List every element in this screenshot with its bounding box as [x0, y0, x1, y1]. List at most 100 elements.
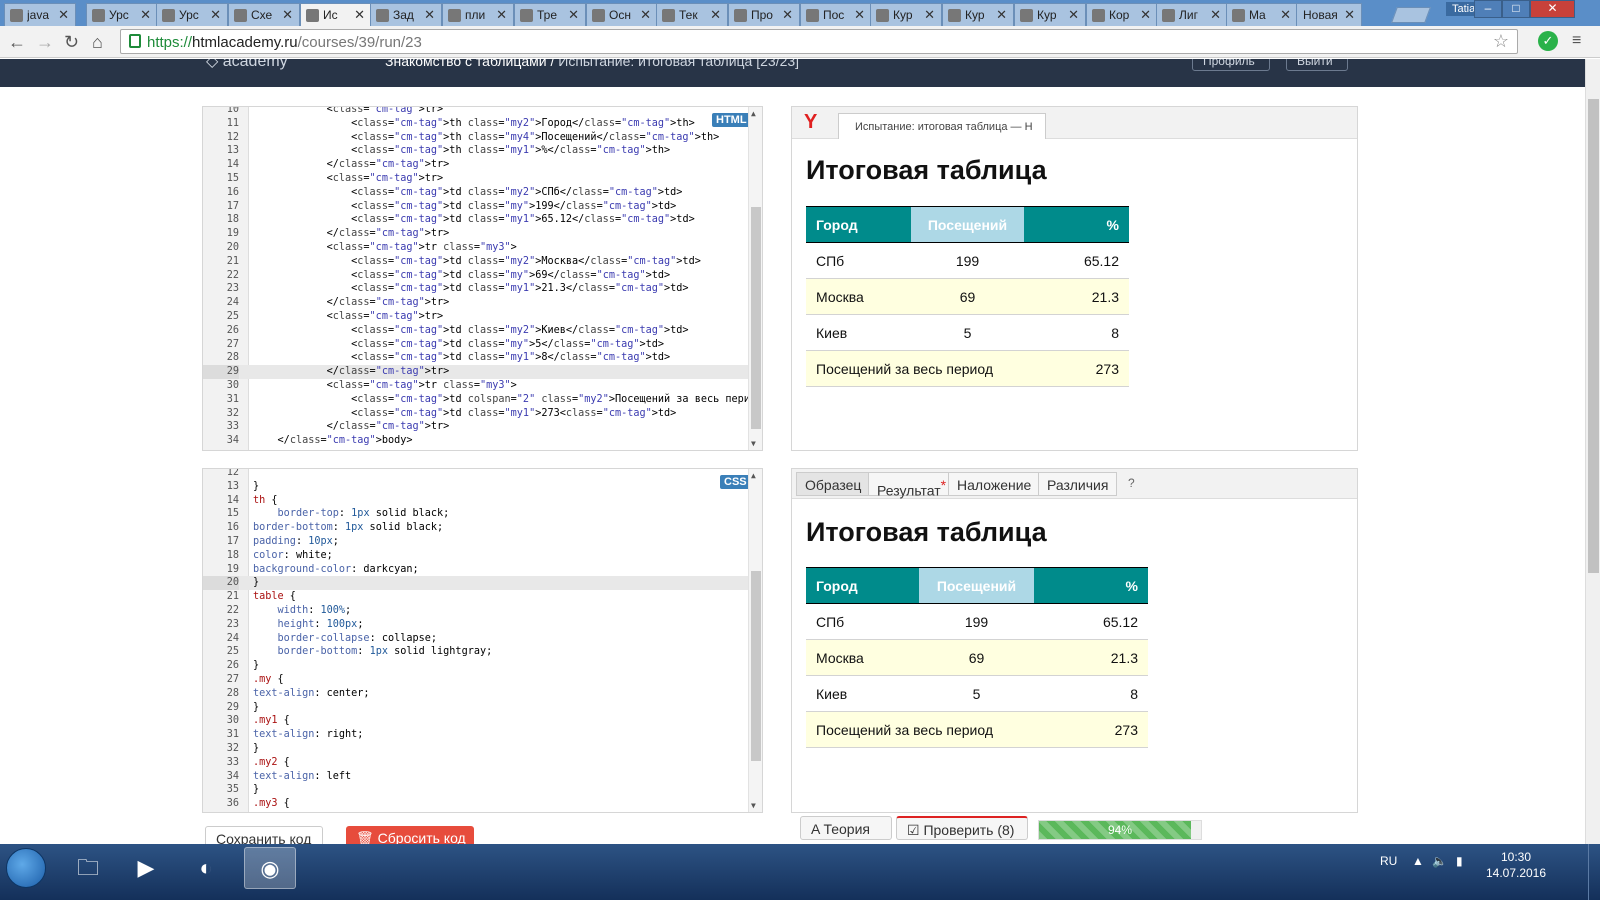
- browser-tab[interactable]: Урс ✕: [86, 3, 158, 26]
- code-line[interactable]: 30 <class="cm-tag">tr class="my3">: [203, 379, 762, 393]
- tab-sample[interactable]: Образец: [796, 472, 871, 496]
- code-line[interactable]: 23 height: 100px;: [203, 618, 762, 632]
- code-line[interactable]: 22 <class="cm-tag">td class="my">69</cla…: [203, 269, 762, 283]
- code-line[interactable]: 14 th {: [203, 494, 762, 508]
- network-icon[interactable]: ▮: [1456, 854, 1463, 868]
- code-line[interactable]: 27 .my {: [203, 673, 762, 687]
- html-editor-scrollbar[interactable]: ▲ ▼: [748, 107, 762, 450]
- site-logo[interactable]: ◇ academy: [206, 59, 288, 71]
- code-line[interactable]: 12: [203, 469, 762, 480]
- tab-result[interactable]: Результат*: [868, 472, 956, 499]
- reload-icon[interactable]: ↻: [64, 32, 79, 53]
- code-line[interactable]: 13 <class="cm-tag">th class="my1">%</cla…: [203, 144, 762, 158]
- browser-tab[interactable]: Тек ✕: [656, 3, 728, 26]
- code-line[interactable]: 33 .my2 {: [203, 756, 762, 770]
- check-button[interactable]: ☑ Проверить (8): [896, 816, 1028, 840]
- volume-icon[interactable]: 🔈: [1432, 854, 1447, 868]
- code-line[interactable]: 17 <class="cm-tag">td class="my">199</cl…: [203, 200, 762, 214]
- close-tab-icon[interactable]: ✕: [640, 7, 651, 23]
- minimize-button[interactable]: –: [1474, 0, 1502, 18]
- code-line[interactable]: 35}: [203, 783, 762, 797]
- browser-tab[interactable]: Новая ✕: [1296, 3, 1362, 26]
- close-tab-icon[interactable]: ✕: [140, 7, 151, 23]
- code-line[interactable]: 24 border-collapse: collapse;: [203, 632, 762, 646]
- code-line[interactable]: 32 <class="cm-tag">td class="my1">273<cl…: [203, 407, 762, 421]
- chrome-icon[interactable]: ◉: [244, 847, 296, 889]
- close-tab-icon[interactable]: ✕: [354, 7, 365, 23]
- code-line[interactable]: 12 <class="cm-tag">th class="my4">Посеще…: [203, 131, 762, 145]
- browser-tab[interactable]: java ✕: [4, 3, 76, 26]
- start-button[interactable]: [6, 848, 46, 888]
- close-tab-icon[interactable]: ✕: [854, 7, 865, 23]
- media-player-icon[interactable]: ▶: [120, 847, 172, 889]
- close-tab-icon[interactable]: ✕: [1140, 7, 1151, 23]
- html-code-editor[interactable]: 10 <class="cm-tag">tr> 11 <class="cm-tag"…: [202, 106, 763, 451]
- close-tab-icon[interactable]: ✕: [782, 7, 793, 23]
- code-line[interactable]: 16 border-bottom: 1px solid black;: [203, 521, 762, 535]
- browser-tab[interactable]: Тре ✕: [514, 3, 586, 26]
- code-line[interactable]: 33 </class="cm-tag">tr>: [203, 420, 762, 434]
- show-desktop-button[interactable]: [1588, 844, 1600, 900]
- close-tab-icon[interactable]: ✕: [710, 7, 721, 23]
- profile-button[interactable]: Профиль: [1192, 59, 1270, 71]
- system-clock[interactable]: 10:30 14.07.2016: [1478, 849, 1554, 881]
- close-tab-icon[interactable]: ✕: [1068, 7, 1079, 23]
- theory-button[interactable]: A Теория: [800, 816, 892, 840]
- code-line[interactable]: 16 <class="cm-tag">td class="my2">СПб</c…: [203, 186, 762, 200]
- code-line[interactable]: 30 .my1 {: [203, 714, 762, 728]
- browser-tab[interactable]: Кур ✕: [870, 3, 942, 26]
- code-line[interactable]: 26}: [203, 659, 762, 673]
- code-line[interactable]: 13}: [203, 480, 762, 494]
- close-window-button[interactable]: ✕: [1530, 0, 1575, 18]
- app-icon[interactable]: ◐: [180, 847, 232, 889]
- code-line[interactable]: 10 <class="cm-tag">tr>: [203, 107, 762, 117]
- html-editor-scroll-thumb[interactable]: [751, 207, 761, 429]
- preview-browser-tab[interactable]: Испытание: итоговая таблица — Н: [838, 113, 1046, 139]
- code-line[interactable]: 20}: [203, 576, 762, 591]
- browser-tab[interactable]: Осн ✕: [586, 3, 658, 26]
- code-line[interactable]: 28 <class="cm-tag">td class="my1">8</cla…: [203, 351, 762, 365]
- code-line[interactable]: 31 text-align: right;: [203, 728, 762, 742]
- close-tab-icon[interactable]: ✕: [1210, 7, 1221, 23]
- close-tab-icon[interactable]: ✕: [210, 7, 221, 23]
- close-tab-icon[interactable]: ✕: [58, 7, 69, 23]
- css-editor-scroll-thumb[interactable]: [751, 571, 761, 761]
- code-line[interactable]: 27 <class="cm-tag">td class="my">5</clas…: [203, 338, 762, 352]
- code-line[interactable]: 28 text-align: center;: [203, 687, 762, 701]
- help-icon[interactable]: ?: [1128, 476, 1135, 490]
- close-tab-icon[interactable]: ✕: [1344, 7, 1355, 23]
- code-line[interactable]: 36 .my3 {: [203, 797, 762, 811]
- browser-tab[interactable]: Ис ✕: [300, 3, 372, 27]
- code-line[interactable]: 19 </class="cm-tag">tr>: [203, 227, 762, 241]
- code-line[interactable]: 29}: [203, 701, 762, 715]
- code-line[interactable]: 31 <class="cm-tag">td colspan="2" class=…: [203, 393, 762, 407]
- forward-arrow-icon[interactable]: →: [36, 32, 54, 53]
- extension-check-icon[interactable]: ✓: [1538, 31, 1558, 51]
- browser-tab[interactable]: Кур ✕: [942, 3, 1014, 26]
- close-tab-icon[interactable]: ✕: [924, 7, 935, 23]
- maximize-button[interactable]: □: [1502, 0, 1530, 18]
- browser-tab[interactable]: Урс ✕: [156, 3, 228, 26]
- browser-tab[interactable]: пли ✕: [442, 3, 514, 26]
- browser-tab[interactable]: Зад ✕: [370, 3, 442, 26]
- url-text[interactable]: https://htmlacademy.ru/courses/39/run/23: [147, 34, 422, 51]
- code-line[interactable]: 25 border-bottom: 1px solid lightgray;: [203, 645, 762, 659]
- code-line[interactable]: 25 <class="cm-tag">tr>: [203, 310, 762, 324]
- home-icon[interactable]: ⌂: [92, 32, 103, 53]
- tab-differences[interactable]: Различия: [1038, 472, 1118, 496]
- logout-button[interactable]: Выйти: [1286, 59, 1348, 71]
- close-tab-icon[interactable]: ✕: [568, 7, 579, 23]
- code-line[interactable]: 23 <class="cm-tag">td class="my1">21.3</…: [203, 282, 762, 296]
- css-code-editor[interactable]: 12 13} 14th {15 border-top: 1px solid blac…: [202, 468, 763, 813]
- close-tab-icon[interactable]: ✕: [282, 7, 293, 23]
- code-line[interactable]: 26 <class="cm-tag">td class="my2">Киев</…: [203, 324, 762, 338]
- browser-tab[interactable]: Лиг ✕: [1156, 3, 1228, 26]
- page-scroll-thumb[interactable]: [1588, 99, 1599, 573]
- browser-tab[interactable]: Пос ✕: [800, 3, 872, 26]
- tray-expand-icon[interactable]: ▲: [1412, 854, 1424, 868]
- new-tab-button[interactable]: [1391, 7, 1431, 23]
- browser-tab[interactable]: Ma ✕: [1226, 3, 1298, 26]
- close-tab-icon[interactable]: ✕: [1280, 7, 1291, 23]
- code-line[interactable]: 21 table {: [203, 590, 762, 604]
- code-line[interactable]: 15 <class="cm-tag">tr>: [203, 172, 762, 186]
